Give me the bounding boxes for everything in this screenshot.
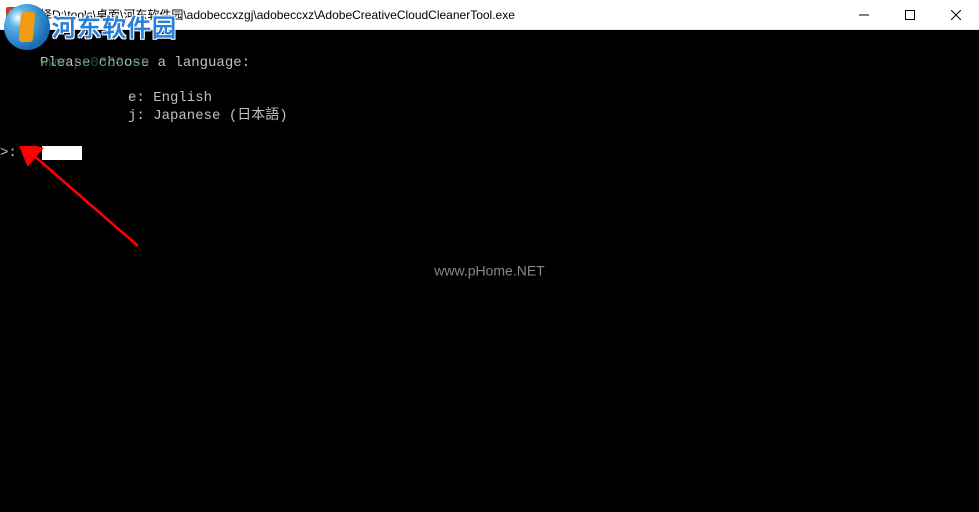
option-english: e: English bbox=[0, 90, 979, 108]
minimize-button[interactable] bbox=[841, 0, 887, 29]
center-watermark: www.pHome.NET bbox=[434, 262, 544, 280]
window-title-bar: 选择D:\tools\桌面\河东软件园\adobeccxzgj\adobeccx… bbox=[0, 0, 979, 30]
option-japanese: j: Japanese (日本語) bbox=[0, 108, 979, 126]
close-icon bbox=[951, 10, 961, 20]
annotation-arrow-icon bbox=[18, 146, 148, 256]
blank-line bbox=[0, 73, 979, 91]
window-title: 选择D:\tools\桌面\河东软件园\adobeccxzgj\adobeccx… bbox=[28, 6, 841, 23]
console-area[interactable]: www.pc0359.cn Please choose a language: … bbox=[0, 30, 979, 512]
window-controls bbox=[841, 0, 979, 29]
maximize-button[interactable] bbox=[887, 0, 933, 29]
input-prefix: >: bbox=[0, 145, 25, 163]
prompt-text: Please choose a language: bbox=[40, 55, 250, 71]
maximize-icon bbox=[905, 10, 915, 20]
app-icon bbox=[6, 7, 22, 23]
minimize-icon bbox=[859, 10, 869, 20]
close-button[interactable] bbox=[933, 0, 979, 29]
text-cursor bbox=[42, 146, 82, 160]
blank-line-2 bbox=[0, 125, 979, 143]
language-prompt-line: www.pc0359.cn Please choose a language: bbox=[0, 55, 979, 73]
input-line[interactable]: >: e bbox=[0, 145, 979, 163]
input-value: e bbox=[25, 145, 33, 163]
